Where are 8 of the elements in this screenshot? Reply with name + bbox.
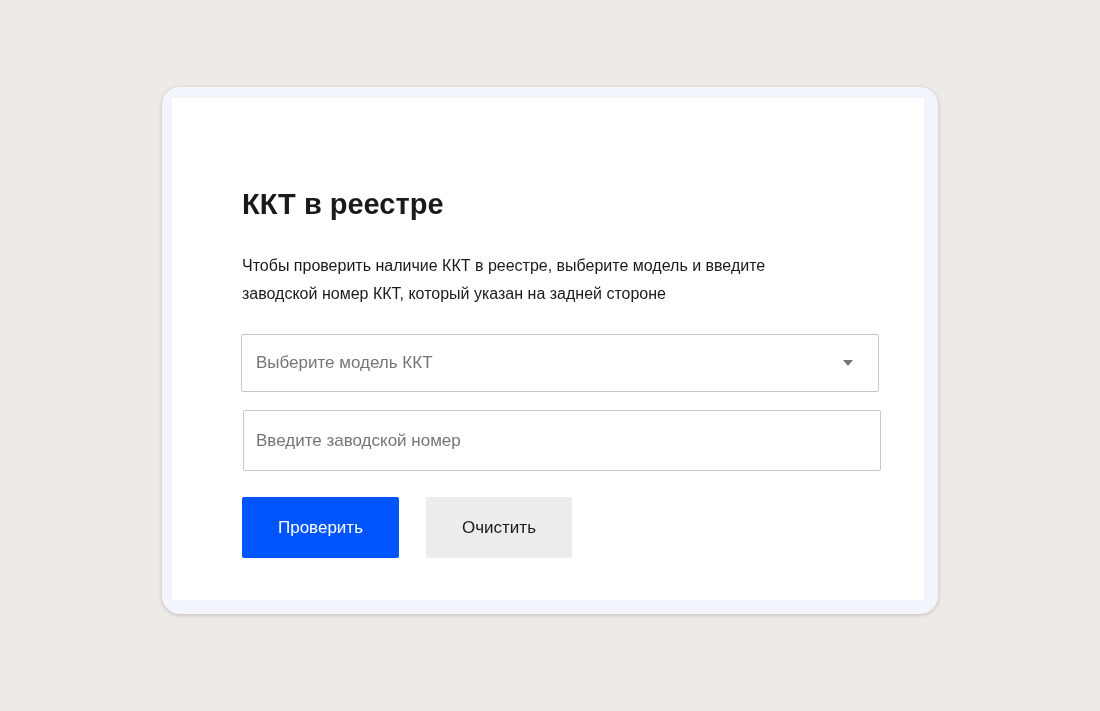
model-select[interactable]: Выберите модель ККТ: [241, 334, 879, 392]
caret-icon: [843, 360, 853, 366]
select-placeholder: Выберите модель ККТ: [256, 353, 433, 373]
check-button[interactable]: Проверить: [242, 497, 399, 558]
description-text: Чтобы проверить наличие ККТ в реестре, выберите модель и введите заводской номер ККТ, который указан на задней стороне: [242, 256, 767, 304]
serial-number-field[interactable]: Введите заводской номер: [243, 410, 881, 471]
page-title: ККТ в реестре: [242, 187, 445, 222]
clear-button[interactable]: Очистить: [426, 497, 572, 558]
